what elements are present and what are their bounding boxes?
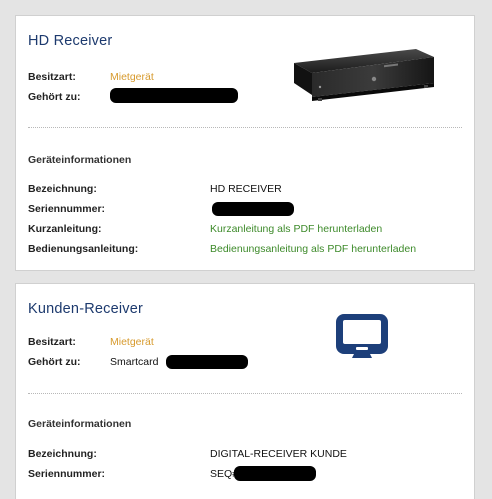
manual-download-link[interactable]: Bedienungsanleitung als PDF herunterlade…	[210, 243, 416, 256]
designation-value: HD RECEIVER	[210, 183, 282, 195]
divider	[28, 127, 462, 128]
redacted-smartcard	[166, 355, 248, 369]
hd-receiver-card: HD Receiver Besitzart: Mietgerät Gehört …	[15, 15, 475, 271]
designation-label: Bezeichnung:	[28, 448, 97, 460]
designation-value: DIGITAL-RECEIVER KUNDE	[210, 448, 347, 460]
serial-label: Seriennummer:	[28, 468, 106, 480]
customer-receiver-card: Kunden-Receiver Besitzart: Mietgerät Geh…	[15, 283, 475, 499]
ownership-label: Besitzart:	[28, 71, 76, 83]
redacted-serial	[234, 466, 316, 481]
serial-label: Seriennummer:	[28, 203, 106, 215]
divider	[28, 393, 462, 394]
ownership-value: Mietgerät	[110, 336, 154, 348]
tv-screen-icon	[336, 314, 388, 358]
redacted-owner	[110, 88, 238, 103]
manual-label: Bedienungsanleitung:	[28, 243, 139, 255]
card-title: HD Receiver	[28, 33, 113, 49]
belongs-label: Gehört zu:	[28, 356, 81, 368]
card-title: Kunden-Receiver	[28, 301, 144, 317]
set-top-box-icon	[294, 49, 434, 101]
designation-label: Bezeichnung:	[28, 183, 97, 195]
belongs-value: Smartcard	[110, 356, 159, 368]
quick-guide-download-link[interactable]: Kurzanleitung als PDF herunterladen	[210, 223, 382, 236]
device-info-title: Geräteinformationen	[28, 154, 132, 166]
ownership-label: Besitzart:	[28, 336, 76, 348]
ownership-value: Mietgerät	[110, 71, 154, 83]
redacted-serial	[212, 202, 294, 216]
belongs-label: Gehört zu:	[28, 91, 81, 103]
quick-guide-label: Kurzanleitung:	[28, 223, 102, 235]
device-info-title: Geräteinformationen	[28, 418, 132, 430]
